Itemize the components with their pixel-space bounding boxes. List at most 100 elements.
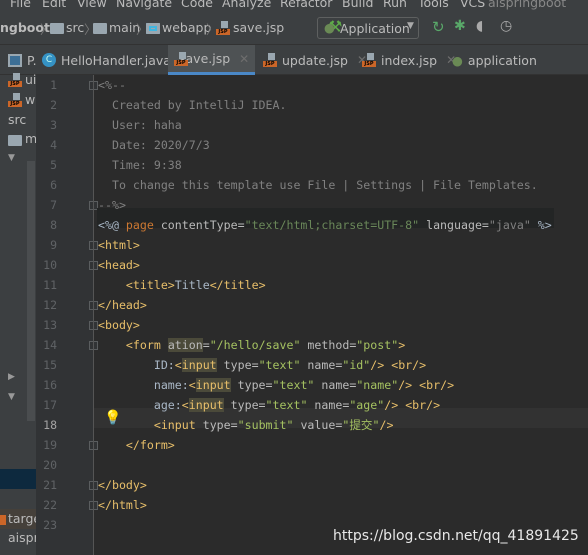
line-number: 14 xyxy=(43,338,57,352)
code-line: </form> xyxy=(98,435,175,455)
menu-aispringboot[interactable]: aispringboot xyxy=(488,0,566,10)
code-token: </head> xyxy=(98,298,147,312)
code-token: method= xyxy=(300,338,357,352)
code-token: <html> xyxy=(98,238,140,252)
java-class-icon: C xyxy=(42,53,56,67)
code-line: User: haha xyxy=(98,115,182,135)
code-token: Created by IntelliJ IDEA. xyxy=(98,98,287,112)
tree-item-src[interactable]: src xyxy=(8,112,26,127)
code-line: name:<input type="text" name="name"/> <b… xyxy=(98,375,454,395)
tree-item[interactable]: w xyxy=(25,92,35,107)
code-token: "name" xyxy=(356,378,399,392)
code-token: Title xyxy=(174,278,210,292)
spring-icon: ● xyxy=(452,52,463,68)
code-line: <input type="submit" value="提交"/> xyxy=(98,415,394,435)
code-editor[interactable]: <%-- Created by IntelliJ IDEA. User: hah… xyxy=(98,75,588,555)
code-line: <%-- xyxy=(98,75,126,95)
jsp-file-icon xyxy=(8,73,22,90)
debug-bug-icon[interactable]: ✱ xyxy=(454,18,466,34)
code-token: "java" xyxy=(488,218,531,232)
run-config-label: Application xyxy=(340,21,410,36)
profile-icon[interactable]: ◷ xyxy=(500,18,512,34)
scrollbar[interactable] xyxy=(27,161,35,421)
menu-run[interactable]: Run xyxy=(383,0,407,10)
expand-arrow-icon[interactable]: ▼ xyxy=(8,392,15,402)
menu-navigate[interactable]: Navigate xyxy=(116,0,172,10)
menu-vcs[interactable]: VCS xyxy=(460,0,485,10)
line-number: 20 xyxy=(43,458,57,472)
menu-view[interactable]: View xyxy=(77,0,107,10)
menu-edit[interactable]: Edit xyxy=(42,0,66,10)
code-token: <br/> xyxy=(391,358,427,372)
code-token: "post" xyxy=(356,338,399,352)
folder-icon xyxy=(50,22,64,37)
folder-icon xyxy=(8,134,22,149)
tab-save-jsp[interactable]: save.jsp ✕ xyxy=(168,45,255,75)
code-token: <%@ xyxy=(98,218,126,232)
code-line: <form ation="/hello/save" method="post"> xyxy=(98,335,405,355)
code-line: <%@ page contentType="text/html;charset=… xyxy=(98,215,552,235)
jsp-file-icon xyxy=(216,21,230,38)
excluded-folder-icon xyxy=(0,515,6,525)
code-token: </title> xyxy=(209,278,266,292)
menu-file[interactable]: File xyxy=(10,0,31,10)
menu-build[interactable]: Build xyxy=(342,0,373,10)
menu-analyze[interactable]: Analyze xyxy=(222,0,271,10)
expand-arrow-icon[interactable]: ▼ xyxy=(8,153,15,163)
line-number: 11 xyxy=(43,278,57,292)
code-token: < xyxy=(174,358,182,372)
tree-item[interactable]: ui xyxy=(25,72,36,87)
code-token: type= xyxy=(195,418,238,432)
menu-bar: File Edit View Navigate Code Analyze Refactor B… xyxy=(0,0,588,12)
code-token: language= xyxy=(419,218,489,232)
code-line: --%> xyxy=(98,195,126,215)
code-token: <head> xyxy=(98,258,140,272)
window-icon xyxy=(8,53,22,67)
close-icon[interactable]: ✕ xyxy=(239,52,249,66)
code-token: </html> xyxy=(98,498,147,512)
code-token: page xyxy=(125,218,161,232)
code-token: </body> xyxy=(98,478,147,492)
line-number: 2 xyxy=(50,98,57,112)
code-token: type= xyxy=(216,358,259,372)
jsp-file-icon xyxy=(263,53,277,67)
line-number: 17 xyxy=(43,398,57,412)
selected-tree-row[interactable] xyxy=(0,469,36,489)
code-token: name: xyxy=(98,378,189,392)
code-line: age:<input type="text" name="age"/> <br/… xyxy=(98,395,440,415)
line-number: 9 xyxy=(50,238,57,252)
code-token: <body> xyxy=(98,318,140,332)
line-number: 22 xyxy=(43,498,57,512)
code-token: "提交" xyxy=(342,418,380,432)
code-token: < xyxy=(181,398,189,412)
line-number: 16 xyxy=(43,378,57,392)
run-config-dropdown[interactable]: ● Application ▼ xyxy=(317,17,419,39)
menu-code[interactable]: Code xyxy=(181,0,213,10)
code-line: Time: 9:38 xyxy=(98,155,182,175)
rerun-icon[interactable]: ↻ xyxy=(432,18,445,36)
code-token: /> xyxy=(379,418,394,432)
code-token: <br/> xyxy=(405,398,441,412)
breadcrumb-file[interactable]: save.jsp xyxy=(233,20,284,35)
code-token: </form> xyxy=(125,438,175,452)
code-token: age: xyxy=(98,398,182,412)
code-token: "/hello/save" xyxy=(209,338,301,352)
code-token: value= xyxy=(293,418,343,432)
code-token: name= xyxy=(314,378,357,392)
breadcrumb-src[interactable]: src xyxy=(66,20,84,35)
code-line: <title>Title</title> xyxy=(98,275,266,295)
coverage-icon[interactable]: ◖ xyxy=(476,18,483,34)
tree-item-aispr[interactable]: aispr xyxy=(8,530,39,545)
collapse-arrow-icon[interactable]: ▶ xyxy=(8,372,15,382)
menu-tools[interactable]: Tools xyxy=(418,0,449,10)
code-line: ID:<input type="text" name="id"/> <br/> xyxy=(98,355,426,375)
spring-icon: ● xyxy=(324,20,335,35)
menu-refactor[interactable]: Refactor xyxy=(280,0,332,10)
code-token: ation xyxy=(167,338,203,352)
code-line: </html> xyxy=(98,495,147,515)
breadcrumb-webapp[interactable]: webapp xyxy=(162,20,211,35)
line-number: 5 xyxy=(50,158,57,172)
line-number: 7 xyxy=(50,198,57,212)
tab-application[interactable]: ● application xyxy=(446,45,543,75)
